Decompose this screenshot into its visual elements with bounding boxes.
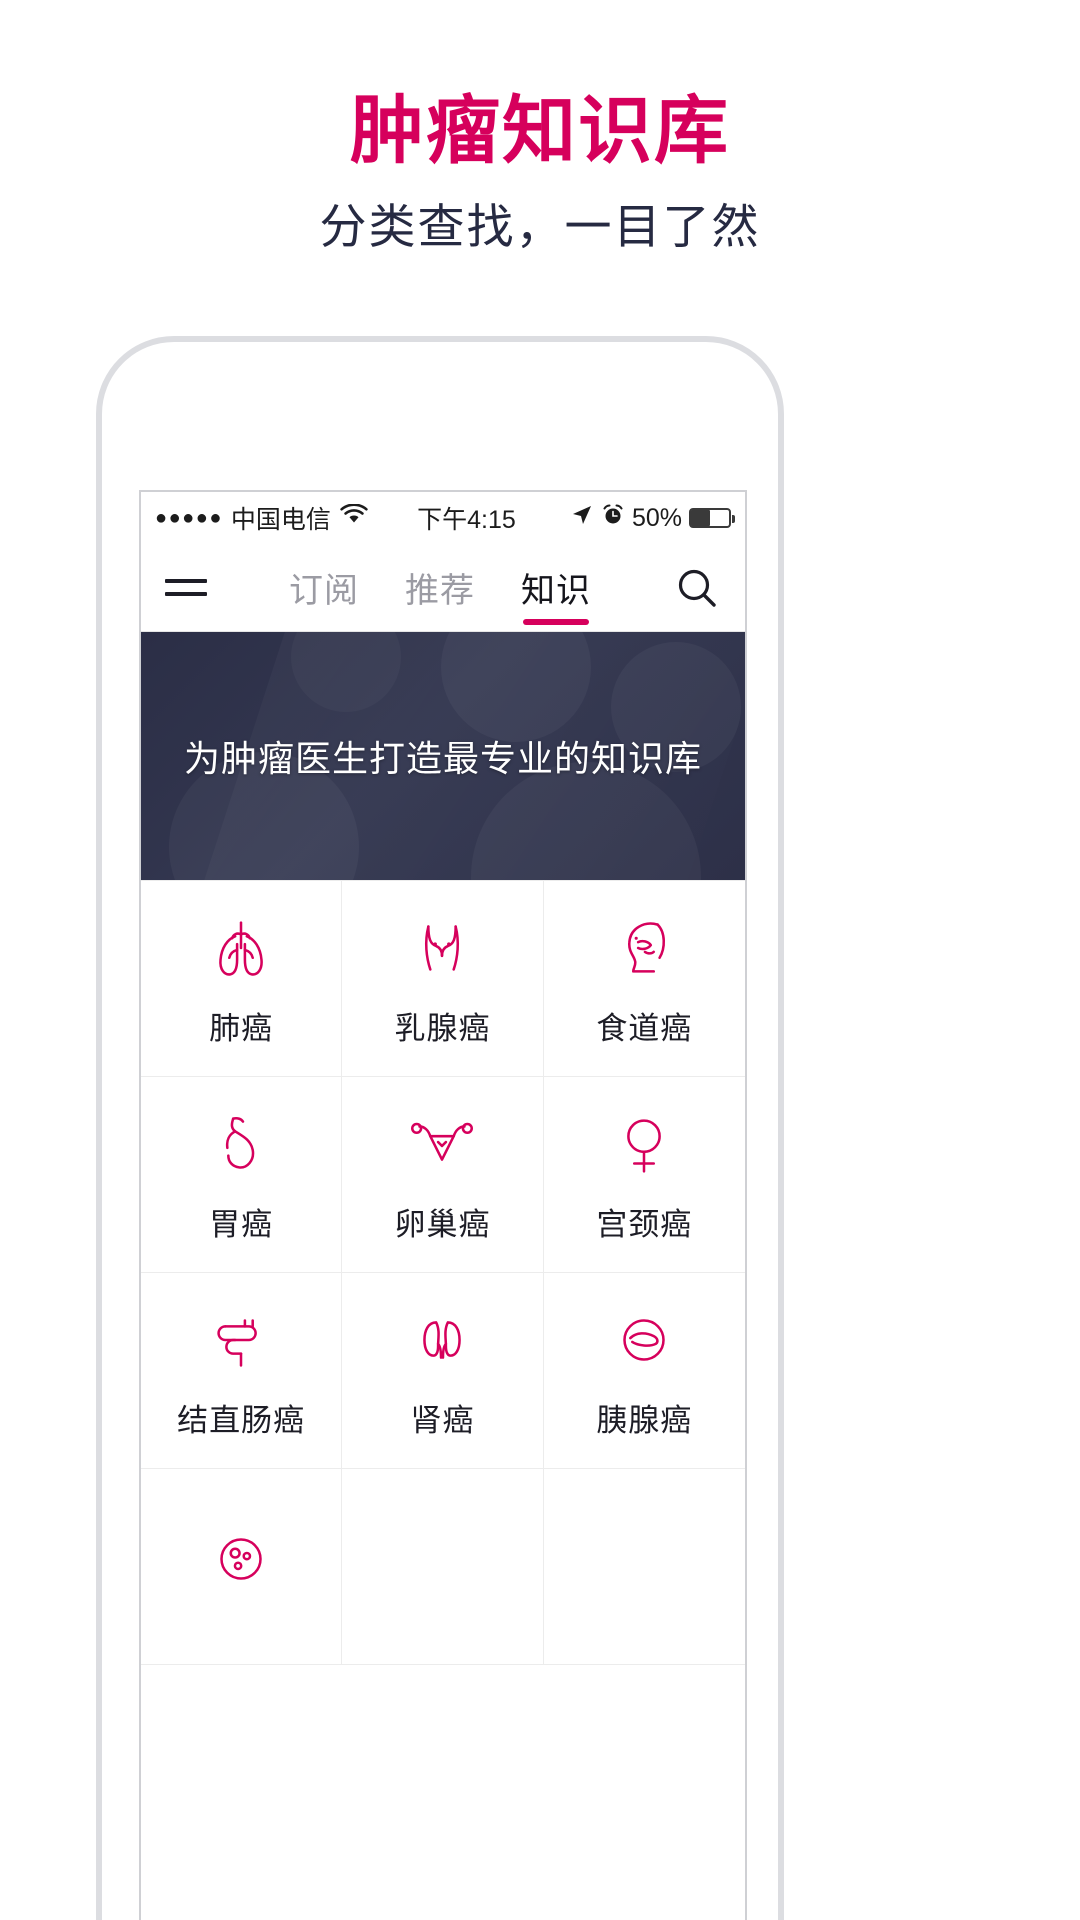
promo-subtitle: 分类查找，一目了然 xyxy=(319,200,761,253)
category-label: 卵巢癌 xyxy=(394,1207,491,1242)
tab-bar: 订阅 推荐 知识 xyxy=(231,544,649,631)
tab-recommend[interactable]: 推荐 xyxy=(405,544,475,631)
hero-banner[interactable]: 为肿瘤医生打造最专业的知识库 xyxy=(141,632,745,880)
category-label: 胃癌 xyxy=(209,1207,274,1242)
category-cell-placeholder xyxy=(543,1469,745,1665)
category-cell-lung[interactable]: 肺癌 xyxy=(141,881,343,1077)
phone-frame: ●●●●● 中国电信 下午4:15 50% 订阅 推荐 知识 为肿瘤医生打造最专… xyxy=(96,336,784,1920)
category-cell-other[interactable] xyxy=(141,1469,343,1665)
category-cell-ovary[interactable]: 卵巢癌 xyxy=(342,1077,544,1273)
cells-circle-icon xyxy=(202,1520,280,1598)
category-cell-pancreas[interactable]: 胰腺癌 xyxy=(543,1273,745,1469)
promo-title: 肿瘤知识库 xyxy=(350,89,730,172)
banner-title: 为肿瘤医生打造最专业的知识库 xyxy=(183,738,702,779)
alarm-clock-icon xyxy=(601,503,625,534)
category-label: 结直肠癌 xyxy=(177,1403,306,1438)
category-cell-colorectal[interactable]: 结直肠癌 xyxy=(141,1273,343,1469)
cervix-venus-icon xyxy=(605,1105,683,1183)
status-bar-time: 下午4:15 xyxy=(417,506,516,534)
category-label: 乳腺癌 xyxy=(394,1011,491,1046)
category-label: 肾癌 xyxy=(410,1403,475,1438)
stomach-icon xyxy=(202,1105,280,1183)
battery-percent-label: 50% xyxy=(631,503,682,532)
kidneys-icon xyxy=(403,1301,481,1379)
search-icon[interactable] xyxy=(649,565,745,611)
category-cell-cervix[interactable]: 宫颈癌 xyxy=(543,1077,745,1273)
pancreas-icon xyxy=(605,1301,683,1379)
category-grid: 肺癌 乳腺癌 食道癌 胃癌 卵巢癌 宫颈癌 结直肠癌 肾癌 胰腺癌 xyxy=(141,880,745,1665)
uterus-ovary-icon xyxy=(403,1105,481,1183)
category-cell-kidney[interactable]: 肾癌 xyxy=(342,1273,544,1469)
colon-intestine-icon xyxy=(202,1301,280,1379)
category-cell-esophagus[interactable]: 食道癌 xyxy=(543,881,745,1077)
carrier-name: 中国电信 xyxy=(230,506,331,534)
app-nav-bar: 订阅 推荐 知识 xyxy=(141,544,745,632)
location-arrow-icon xyxy=(570,503,594,534)
category-label: 宫颈癌 xyxy=(596,1207,693,1242)
esophagus-head-icon xyxy=(605,909,683,987)
category-cell-breast[interactable]: 乳腺癌 xyxy=(342,881,544,1077)
signal-strength-dots: ●●●●● xyxy=(155,507,223,529)
breast-icon xyxy=(403,909,481,987)
status-bar-right: 50% xyxy=(570,503,735,534)
category-label: 食道癌 xyxy=(596,1011,693,1046)
battery-icon xyxy=(689,508,735,528)
tab-subscribe[interactable]: 订阅 xyxy=(289,544,359,631)
lungs-icon xyxy=(202,909,280,987)
category-label: 肺癌 xyxy=(209,1011,274,1046)
status-bar-left: ●●●●● 中国电信 xyxy=(155,500,369,536)
phone-screen: ●●●●● 中国电信 下午4:15 50% 订阅 推荐 知识 为肿瘤医生打造最专… xyxy=(139,490,747,1920)
status-bar: ●●●●● 中国电信 下午4:15 50% xyxy=(141,492,745,544)
category-cell-stomach[interactable]: 胃癌 xyxy=(141,1077,343,1273)
hamburger-menu-icon[interactable] xyxy=(141,579,231,596)
wifi-icon xyxy=(339,502,369,533)
promo-page: 肿瘤知识库 分类查找，一目了然 ●●●●● 中国电信 下午4:15 50% 订阅… xyxy=(0,0,1080,1920)
category-label: 胰腺癌 xyxy=(596,1403,693,1438)
category-cell-placeholder xyxy=(342,1469,544,1665)
tab-knowledge[interactable]: 知识 xyxy=(521,544,591,631)
